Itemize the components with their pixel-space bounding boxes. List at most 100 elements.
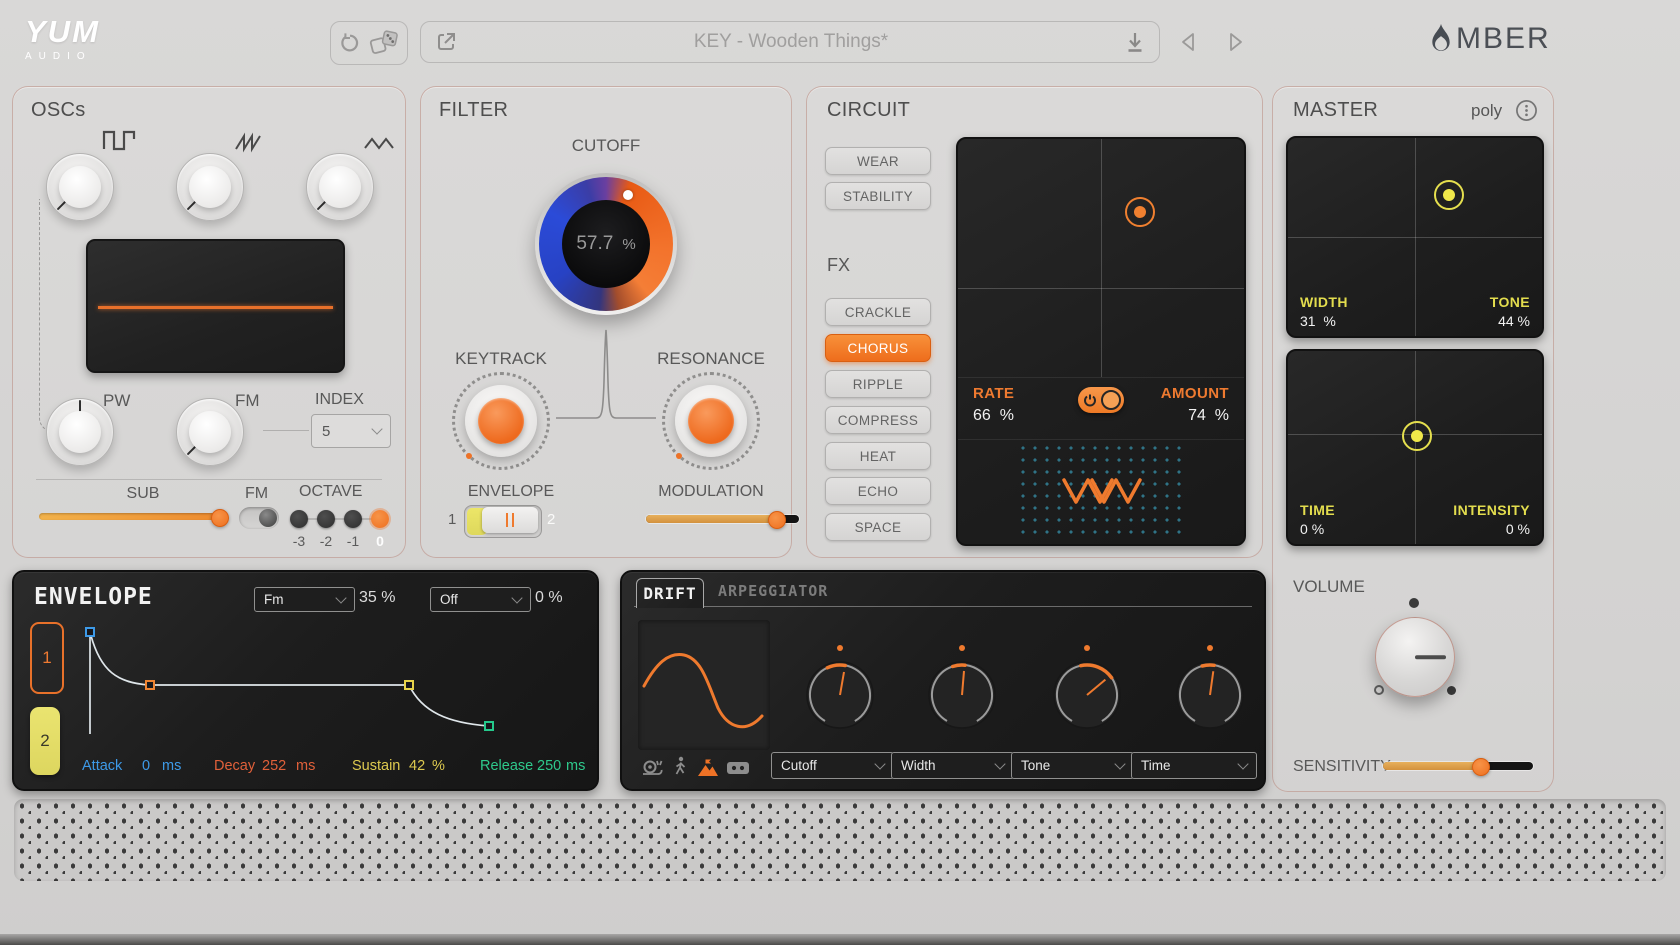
filter-envelope-switch[interactable] — [464, 505, 542, 538]
download-preset-icon[interactable] — [1125, 31, 1145, 53]
snail-speed-icon[interactable] — [640, 758, 664, 777]
octave-option[interactable]: -1 — [344, 533, 362, 549]
envelope-option-1[interactable]: 1 — [448, 511, 456, 528]
wear-button[interactable]: WEAR — [825, 147, 931, 175]
fx-button-crackle[interactable]: CRACKLE — [825, 298, 931, 326]
next-preset-icon[interactable] — [1226, 30, 1246, 54]
envelope-curve-editor[interactable] — [78, 620, 578, 740]
fx-bypass-toggle[interactable] — [1078, 387, 1124, 413]
keytrack-knob[interactable] — [452, 372, 550, 470]
octave-option[interactable]: -3 — [290, 533, 308, 549]
switch-handle[interactable] — [482, 507, 538, 533]
tab-label: ARPEGGIATOR — [718, 582, 828, 600]
tab-drift[interactable]: DRIFT — [636, 578, 704, 608]
mod1-target-dropdown[interactable]: Fm — [254, 587, 355, 612]
fx-button-label: SPACE — [855, 520, 902, 535]
release-value[interactable]: 250 — [537, 758, 561, 774]
sub-slider-handle[interactable] — [211, 509, 229, 527]
triangle-wave-icon — [363, 133, 397, 153]
tab-arpeggiator[interactable]: ARPEGGIATOR — [718, 582, 828, 600]
index-dropdown[interactable]: 5 — [311, 414, 391, 448]
drift-target-dropdown-2[interactable]: Width — [891, 752, 1014, 779]
undo-history-icon[interactable] — [339, 32, 361, 54]
octave-selector[interactable] — [290, 510, 390, 528]
export-preset-icon[interactable] — [435, 31, 457, 53]
drift-target-dropdown-1[interactable]: Cutoff — [771, 752, 894, 779]
octave-dot--3[interactable] — [290, 510, 308, 528]
octave-option-selected[interactable]: 0 — [371, 533, 389, 549]
mod1-amount[interactable]: 35 % — [359, 589, 395, 607]
pw-knob[interactable] — [46, 398, 114, 466]
osc2-level-knob[interactable] — [176, 153, 244, 221]
walker-speed-icon[interactable] — [672, 756, 688, 777]
cutoff-knob[interactable]: 57.7 % — [535, 173, 677, 315]
preset-bar[interactable]: KEY - Wooden Things* — [420, 21, 1160, 63]
drift-knob-cutoff[interactable] — [800, 655, 880, 735]
master-menu-icon[interactable] — [1515, 99, 1538, 122]
tab-label: 1 — [42, 648, 51, 668]
knob-cap — [319, 166, 361, 208]
stability-button[interactable]: STABILITY — [825, 182, 931, 210]
amount-unit: % — [1215, 407, 1229, 424]
fm-index-connector — [263, 430, 309, 431]
sensitivity-slider[interactable] — [1383, 762, 1533, 770]
width-tone-pad[interactable]: WIDTH 31 % TONE 44 % — [1286, 136, 1544, 338]
attack-unit: ms — [162, 758, 181, 774]
envelope-option-2[interactable]: 2 — [547, 511, 555, 528]
fx-button-chorus[interactable]: CHORUS — [825, 334, 931, 362]
drift-target-dropdown-3[interactable]: Tone — [1011, 752, 1134, 779]
osc3-level-knob[interactable] — [306, 153, 374, 221]
width-tone-indicator[interactable] — [1434, 180, 1464, 210]
fx-button-echo[interactable]: ECHO — [825, 477, 931, 505]
fx-button-heat[interactable]: HEAT — [825, 442, 931, 470]
mod2-target-dropdown[interactable]: Off — [430, 587, 531, 612]
tab-underline — [634, 606, 1252, 607]
drift-wave-display[interactable] — [638, 620, 770, 750]
chevron-down-icon — [1114, 758, 1125, 769]
modulation-slider[interactable] — [646, 515, 799, 523]
sustain-value[interactable]: 42 — [409, 758, 425, 774]
fx-button-space[interactable]: SPACE — [825, 513, 931, 541]
time-intensity-pad[interactable]: TIME 0 % INTENSITY 0 % — [1286, 349, 1544, 546]
circuit-pad-indicator[interactable] — [1125, 197, 1155, 227]
fx-button-label: COMPRESS — [838, 413, 918, 428]
octave-option[interactable]: -2 — [317, 533, 335, 549]
voice-mode[interactable]: poly — [1471, 101, 1502, 121]
envelope-tab-1[interactable]: 1 — [30, 622, 64, 694]
time-intensity-indicator[interactable] — [1402, 421, 1432, 451]
fx-button-ripple[interactable]: RIPPLE — [825, 370, 931, 398]
randomize-dice-icon[interactable] — [369, 29, 399, 57]
knob-value-dot — [1207, 645, 1213, 651]
resonance-knob[interactable] — [662, 372, 760, 470]
fm-toggle[interactable] — [239, 507, 279, 529]
modulation-fill — [646, 515, 776, 523]
circuit-xy-pad[interactable]: RATE 66 % AMOUNT 74 % — [956, 137, 1246, 546]
drift-knob-width[interactable] — [922, 655, 1002, 735]
chevron-down-icon — [511, 592, 522, 603]
sensitivity-handle[interactable] — [1472, 758, 1490, 776]
brand-text: MBER — [1456, 22, 1551, 56]
indicator-dot — [1134, 206, 1146, 218]
octave-dot-0[interactable] — [371, 510, 389, 528]
cutoff-knob-indicator — [623, 190, 633, 200]
fm-toggle-label: FM — [245, 485, 268, 503]
decay-value[interactable]: 252 — [262, 758, 286, 774]
drift-target-dropdown-4[interactable]: Time — [1131, 752, 1257, 779]
prev-preset-icon[interactable] — [1178, 30, 1198, 54]
volume-knob[interactable] — [1375, 617, 1455, 697]
drift-knob-tone[interactable] — [1047, 655, 1127, 735]
attack-value[interactable]: 0 — [142, 758, 150, 774]
drift-knob-time[interactable] — [1170, 655, 1250, 735]
mod1-amount-unit: % — [381, 589, 395, 606]
preset-name[interactable]: KEY - Wooden Things* — [457, 31, 1125, 53]
tape-icon[interactable] — [726, 760, 750, 776]
fm-knob[interactable] — [176, 398, 244, 466]
wear-button-label: WEAR — [857, 154, 899, 169]
mountain-flag-icon[interactable] — [696, 758, 720, 777]
mod2-amount[interactable]: 0 % — [535, 589, 563, 607]
fx-button-compress[interactable]: COMPRESS — [825, 406, 931, 434]
sub-slider[interactable] — [39, 513, 223, 520]
octave-dot--2[interactable] — [317, 510, 335, 528]
octave-dot--1[interactable] — [344, 510, 362, 528]
modulation-handle[interactable] — [768, 511, 786, 529]
